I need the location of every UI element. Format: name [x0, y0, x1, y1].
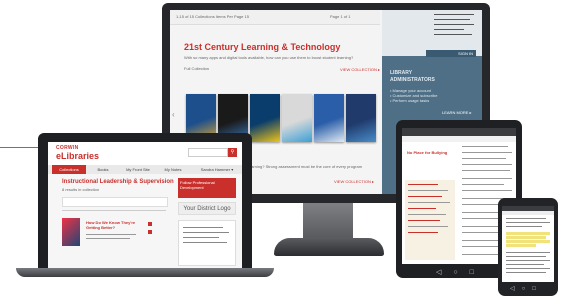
user-menu[interactable]: Sandra Hammer ▾ [194, 165, 240, 174]
monitor-stand-neck [303, 203, 353, 241]
text-line [506, 222, 550, 223]
text-line [86, 238, 130, 239]
laptop-nav: Collections Books My Front Site My Notes… [48, 165, 242, 174]
toc-item[interactable] [408, 232, 438, 233]
add-icon[interactable] [148, 222, 152, 226]
toc-item[interactable] [408, 226, 448, 227]
reader-toolbar[interactable] [402, 136, 516, 142]
text-line [462, 190, 512, 191]
admin-heading-line-1: LIBRARY [390, 70, 413, 76]
toc-item[interactable] [408, 220, 440, 221]
text-line [462, 152, 512, 153]
collection-description: With so many apps and digital tools avai… [184, 55, 354, 60]
collection-title[interactable]: 21st Century Learning & Technology [184, 42, 340, 52]
sign-in-button[interactable]: SIGN IN [426, 50, 476, 57]
book-cover[interactable] [314, 94, 344, 142]
toc-item[interactable] [408, 214, 446, 215]
phone-nav-buttons[interactable]: ◁○□ [510, 285, 543, 292]
text-line [506, 272, 546, 273]
book-cover[interactable] [282, 94, 312, 142]
book-cover[interactable] [346, 94, 376, 142]
text-line [506, 268, 550, 269]
page-title: Instructional Leadership & Supervision [62, 179, 174, 185]
laptop-base [16, 268, 274, 277]
pagination-summary: 1-15 of 15 Collections Items Per Page 15 [176, 14, 249, 19]
text-line [183, 242, 227, 243]
toc-item[interactable] [408, 208, 436, 209]
phone: ◁○□ [498, 198, 558, 296]
text-line [434, 29, 464, 30]
text-highlight [506, 236, 546, 239]
carousel-prev-icon[interactable]: ‹ [172, 110, 175, 119]
text-line [462, 170, 510, 171]
book-title: No Place for Bullying [407, 150, 448, 155]
district-logo-placeholder: Your District Logo [178, 202, 236, 215]
view-collection-link[interactable]: VIEW COLLECTION ▸ [340, 67, 380, 72]
filter-bar[interactable] [62, 197, 168, 207]
table-of-contents[interactable] [405, 180, 455, 260]
laptop-screen: CORWIN eLibraries ⚲ Collections Books My… [48, 142, 242, 268]
search-icon[interactable]: ⚲ [228, 148, 237, 157]
promo-banner[interactable]: Follow Professional Development [178, 178, 236, 198]
text-line [506, 226, 542, 227]
text-line [434, 14, 474, 15]
text-highlight [506, 244, 536, 247]
monitor-stand-base [274, 238, 384, 256]
text-line [506, 256, 546, 257]
tab-front-site[interactable]: My Front Site [118, 165, 158, 174]
text-line [183, 227, 223, 228]
phone-screen [502, 206, 554, 282]
view-collection-link-2[interactable]: VIEW COLLECTION ▸ [334, 179, 374, 184]
admin-heading-line-2: ADMINISTRATORS [390, 77, 435, 83]
results-count: 8 results in collection [62, 187, 100, 192]
bookmark-icon[interactable] [148, 230, 152, 234]
text-line [506, 260, 550, 261]
collection-question: learning? Strong assessment must be the … [248, 164, 363, 169]
text-line [462, 146, 508, 147]
list-item: • Perform usage tasks [390, 98, 430, 103]
text-line [434, 19, 470, 20]
toc-item[interactable] [408, 184, 438, 185]
text-line [462, 184, 504, 185]
text-line [434, 34, 472, 35]
tab-notes[interactable]: My Notes [158, 165, 188, 174]
page-indicator[interactable]: Page 1 of 1 [330, 14, 350, 19]
tab-books[interactable]: Books [90, 165, 116, 174]
full-collection-label: Full Collection [184, 66, 210, 71]
tab-collections[interactable]: Collections [52, 165, 86, 174]
text-line [506, 218, 546, 219]
book-title[interactable]: How Do We Know They're Getting Better? [86, 220, 144, 230]
tablet-status-bar [402, 128, 516, 136]
text-line [506, 252, 550, 253]
learn-more-link[interactable]: LEARN MORE ▸ [442, 110, 472, 115]
text-line [434, 24, 474, 25]
toc-item[interactable] [408, 202, 450, 203]
brand-logo[interactable]: eLibraries [56, 151, 99, 161]
text-line [462, 178, 512, 179]
divider [62, 210, 166, 211]
text-line [183, 232, 229, 233]
text-line [86, 234, 136, 235]
text-highlight [506, 240, 550, 243]
laptop: CORWIN eLibraries ⚲ Collections Books My… [38, 133, 252, 271]
monitor-toolbar: 1-15 of 15 Collections Items Per Page 15… [170, 10, 380, 25]
toc-item[interactable] [408, 190, 448, 191]
laptop-header: CORWIN eLibraries ⚲ [48, 142, 242, 165]
text-line [462, 164, 512, 165]
toc-item[interactable] [408, 196, 442, 197]
text-line [506, 264, 544, 265]
book-cover[interactable] [62, 218, 80, 246]
search-input[interactable] [188, 148, 228, 157]
book-cover[interactable] [250, 94, 280, 142]
reader-toolbar[interactable] [502, 211, 554, 215]
laptop-side-panel [178, 220, 236, 266]
tablet-nav-buttons[interactable]: ◁○□ [436, 268, 486, 276]
admin-heading: LIBRARY ADMINISTRATORS [390, 70, 435, 84]
text-highlight [506, 232, 550, 235]
admin-feature-list: • Manage your account • Customize and su… [390, 88, 437, 103]
text-line [183, 237, 219, 238]
text-line [462, 158, 506, 159]
